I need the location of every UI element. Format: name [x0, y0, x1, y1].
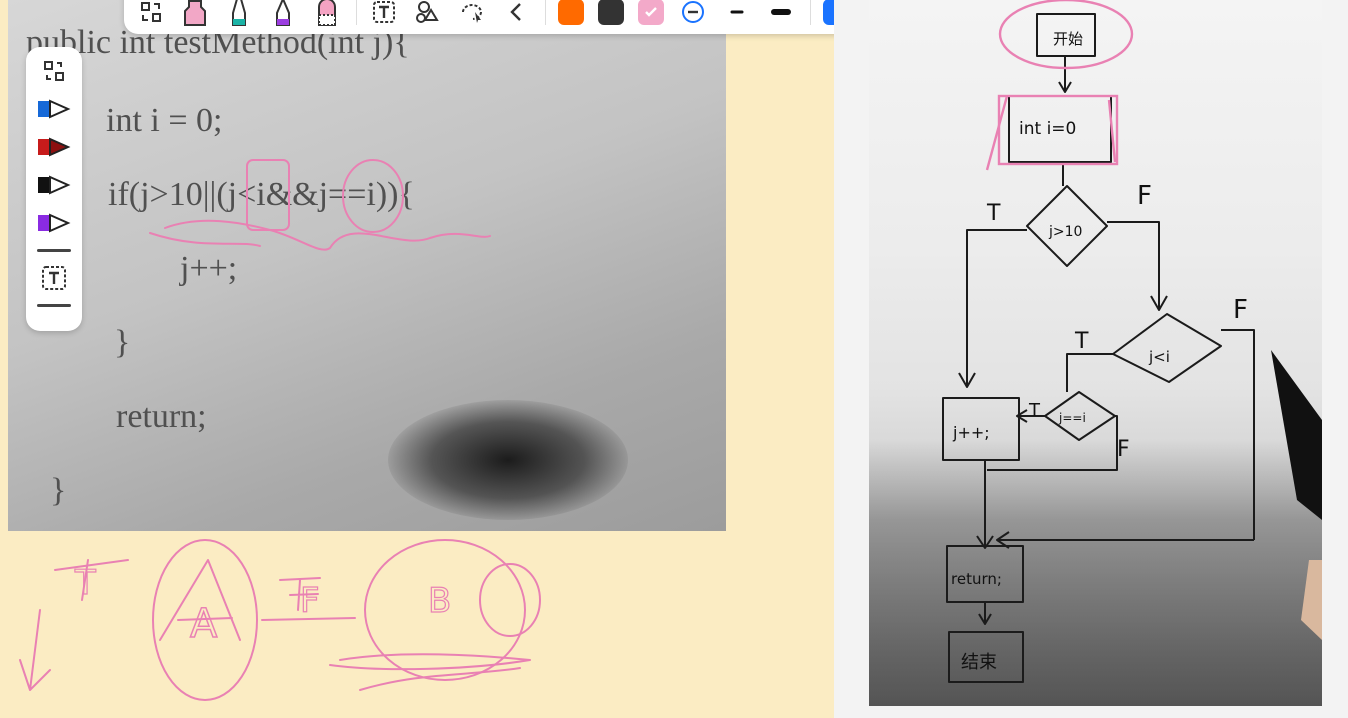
color-blue[interactable] [823, 0, 834, 25]
flow-cond2: j<i [1148, 348, 1170, 366]
hand-shadow [388, 400, 628, 520]
flow-start: 开始 [1053, 30, 1083, 48]
note-f: F [300, 581, 320, 621]
code-line-3: if(j>10||(j<i&&j==i)){ [108, 176, 415, 213]
label-f-3: F [1117, 437, 1130, 462]
pen-purple-icon[interactable] [34, 207, 74, 239]
label-t-3: T [1028, 400, 1041, 421]
flow-end: 结束 [961, 652, 997, 673]
pen-side-toolbar [26, 47, 82, 331]
marker-purple-icon[interactable] [268, 0, 298, 27]
code-line-2: int i = 0; [106, 102, 223, 139]
pen-blue-icon[interactable] [34, 93, 74, 125]
page-switch-icon[interactable] [34, 55, 74, 87]
eraser-icon[interactable] [180, 0, 210, 27]
check-icon [645, 7, 657, 17]
note-b: B [428, 581, 451, 621]
toolbar-divider-3 [810, 0, 811, 25]
note-a: A [190, 601, 218, 647]
note-t: T [74, 563, 96, 603]
toolbar-divider-2 [545, 0, 546, 25]
text-box-icon[interactable] [34, 262, 74, 294]
flow-cond3: j==i [1058, 411, 1086, 425]
side-divider-2 [37, 304, 71, 307]
drawing-toolbar [124, 0, 834, 34]
side-divider [37, 249, 71, 252]
collapse-left-icon[interactable] [501, 0, 531, 27]
flow-return: return; [951, 570, 1002, 588]
flow-init: int i=0 [1019, 119, 1076, 139]
color-dark[interactable] [598, 0, 624, 25]
shapes-icon[interactable] [413, 0, 443, 27]
flow-cond1: j>10 [1048, 224, 1082, 240]
flow-action: j++; [952, 423, 990, 442]
eraser-pink-icon[interactable] [312, 0, 342, 27]
color-orange[interactable] [558, 0, 584, 25]
toolbar-divider [356, 0, 357, 25]
page-switch-icon[interactable] [136, 0, 166, 27]
stroke-thick-icon[interactable] [766, 0, 796, 27]
stroke-minus-icon[interactable] [678, 0, 708, 27]
code-line-6: return; [116, 398, 207, 435]
flowchart-video: 开始 int i=0 j>10 j<i j==i j++; return; 结束… [869, 0, 1322, 706]
text-box-icon[interactable] [369, 0, 399, 27]
flowchart-drawing: 开始 int i=0 j>10 j<i j==i j++; return; 结束… [942, 0, 1322, 683]
note-canvas[interactable]: public int testMethod(int j){ int i = 0;… [0, 0, 834, 718]
code-line-5: } [114, 324, 131, 361]
label-t-2: T [1074, 329, 1089, 354]
label-f-1: F [1137, 181, 1152, 211]
pen-red-icon[interactable] [34, 131, 74, 163]
label-t-1: T [986, 201, 1001, 226]
lasso-select-icon[interactable] [457, 0, 487, 27]
code-line-4: j++; [180, 250, 238, 287]
code-line-7: } [50, 472, 67, 509]
label-f-2: F [1233, 295, 1248, 325]
pen-black-icon[interactable] [34, 169, 74, 201]
highlighter-teal-icon[interactable] [224, 0, 254, 27]
code-photo: public int testMethod(int j){ int i = 0;… [8, 0, 726, 531]
stroke-thin-icon[interactable] [722, 0, 752, 27]
color-pink-selected[interactable] [638, 0, 664, 25]
